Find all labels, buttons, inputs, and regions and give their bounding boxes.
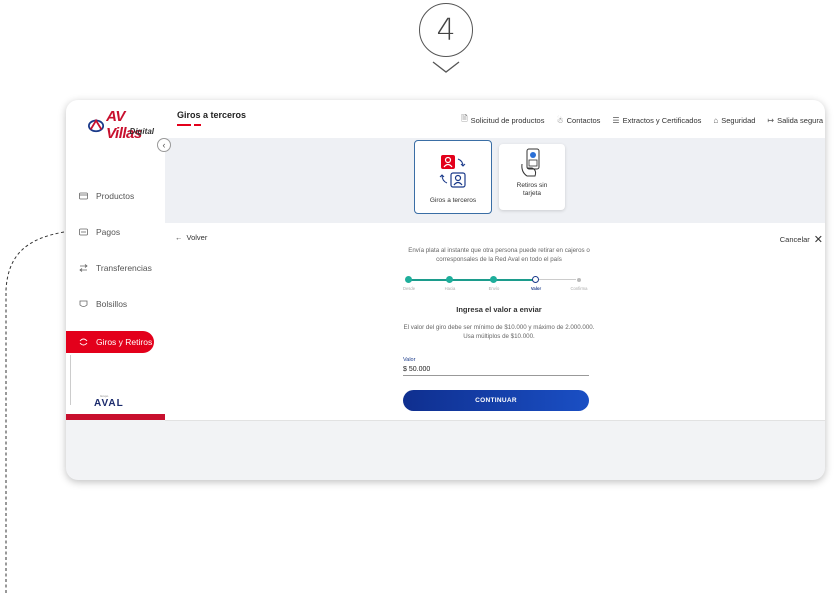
sidebar-item-label: Pagos: [96, 227, 121, 237]
amount-rule-text: El valor del giro debe ser mínimo de $10…: [403, 324, 595, 341]
step-label-hacia: Hacia: [444, 286, 456, 291]
vigilado-legal-strip: [70, 355, 74, 405]
step-label-desde: Desde: [402, 286, 416, 291]
chevron-down-icon: [432, 61, 460, 73]
logout-icon: ↦: [767, 115, 775, 125]
retiros-sin-tarjeta-card[interactable]: Retiros sin tarjeta: [499, 144, 565, 210]
card-label: Retiros sin tarjeta: [516, 182, 548, 198]
seguridad-link[interactable]: ⌂ Seguridad: [713, 113, 755, 127]
service-options: Giros a terceros Retiros sin tarjeta: [165, 138, 825, 223]
link-label: Contactos: [566, 115, 601, 125]
sidebar-item-label: Bolsillos: [96, 299, 128, 309]
step-number-badge: 4: [419, 3, 473, 57]
brand-sub: Digital: [129, 127, 154, 136]
close-icon: ✕: [813, 234, 823, 246]
document-icon: 🗎: [461, 114, 468, 123]
pocket-icon: [78, 299, 88, 309]
arrow-left-icon: ←: [175, 233, 183, 242]
sidebar-item-label: Giros y Retiros: [96, 337, 153, 347]
giros-icon: [78, 337, 88, 347]
step-dot-valor: [532, 276, 539, 283]
giros-a-terceros-card[interactable]: Giros a terceros: [414, 140, 492, 214]
sidebar-accent-bar: [66, 414, 165, 420]
grupo-aval-logo: AVAL: [94, 398, 124, 409]
progress-stepper: Desde Hacia Envío Valor Confirma: [401, 275, 597, 295]
solicitud-productos-link[interactable]: 🗎 Solicitud de productos: [461, 113, 544, 127]
link-label: Seguridad: [721, 115, 756, 125]
collapse-sidebar-button[interactable]: ‹: [157, 138, 171, 152]
title-underline: [177, 124, 191, 126]
cancel-link[interactable]: Cancelar ✕: [780, 233, 823, 246]
sidebar-item-giros-y-retiros[interactable]: Giros y Retiros: [66, 331, 154, 353]
content-bottom-divider: [165, 420, 825, 421]
av-villas-emblem-icon: [88, 118, 105, 133]
payments-icon: [78, 227, 88, 237]
sidebar-item-label: Productos: [96, 191, 135, 201]
app-window: AV Villas Digital Productos Pagos Transf…: [66, 100, 825, 480]
stepper-track-done: [408, 279, 536, 281]
lock-icon: ⌂: [713, 115, 719, 125]
giros-people-icon: [439, 155, 466, 188]
file-icon: ☰: [612, 115, 620, 125]
header-links: 🗎 Solicitud de productos ☃ Contactos ☰ E…: [461, 113, 823, 127]
link-label: Solicitud de productos: [470, 115, 545, 125]
link-label: Extractos y Certificados: [622, 115, 702, 125]
sidebar-item-productos[interactable]: Productos: [66, 185, 165, 207]
av-villas-logo: AV Villas Digital: [88, 108, 158, 142]
intro-text: Envía plata al instante que otra persona…: [408, 247, 590, 263]
giro-form-panel: ← Volver Cancelar ✕ Envía plata al insta…: [165, 223, 825, 420]
step-label-confirma: Confirma: [570, 286, 588, 291]
amount-field-label: Valor: [403, 357, 416, 363]
amount-input[interactable]: [403, 364, 589, 376]
card-label: Giros a terceros: [429, 197, 477, 204]
step-dot-envio: [490, 276, 497, 283]
stepper-track-pending: [536, 279, 576, 280]
sidebar-item-pagos[interactable]: Pagos: [66, 221, 165, 243]
top-header: Giros a terceros 🗎 Solicitud de producto…: [165, 100, 825, 138]
title-underline-dash: [194, 124, 201, 126]
page-title: Giros a terceros: [177, 110, 247, 120]
contactos-link[interactable]: ☃ Contactos: [556, 113, 600, 127]
step-label-envio: Envío: [488, 286, 500, 291]
continue-button[interactable]: CONTINUAR: [403, 390, 589, 411]
chevron-left-icon: ‹: [162, 140, 166, 150]
step-dot-confirma: [577, 278, 581, 282]
sidebar-item-label: Transferencias: [96, 263, 152, 273]
wallet-icon: [78, 191, 88, 201]
phone-withdrawal-icon: [521, 148, 540, 177]
brand-name: AV Villas: [106, 108, 142, 142]
transfer-icon: [78, 263, 88, 273]
extractos-link[interactable]: ☰ Extractos y Certificados: [612, 113, 701, 127]
step-dot-hacia: [446, 276, 453, 283]
section-title: Ingresa el valor a enviar: [456, 305, 542, 314]
sidebar-item-transferencias[interactable]: Transferencias: [66, 257, 165, 279]
cancel-label: Cancelar: [779, 235, 810, 244]
back-link[interactable]: ← Volver: [175, 233, 207, 242]
sidebar: AV Villas Digital Productos Pagos Transf…: [66, 100, 165, 420]
person-icon: ☃: [556, 115, 564, 125]
sidebar-item-bolsillos[interactable]: Bolsillos: [66, 293, 165, 315]
step-dot-desde: [405, 276, 412, 283]
salida-segura-link[interactable]: ↦ Salida segura: [767, 113, 823, 127]
back-label: Volver: [186, 233, 208, 242]
step-label-valor: Valor: [530, 286, 542, 291]
link-label: Salida segura: [777, 115, 823, 125]
